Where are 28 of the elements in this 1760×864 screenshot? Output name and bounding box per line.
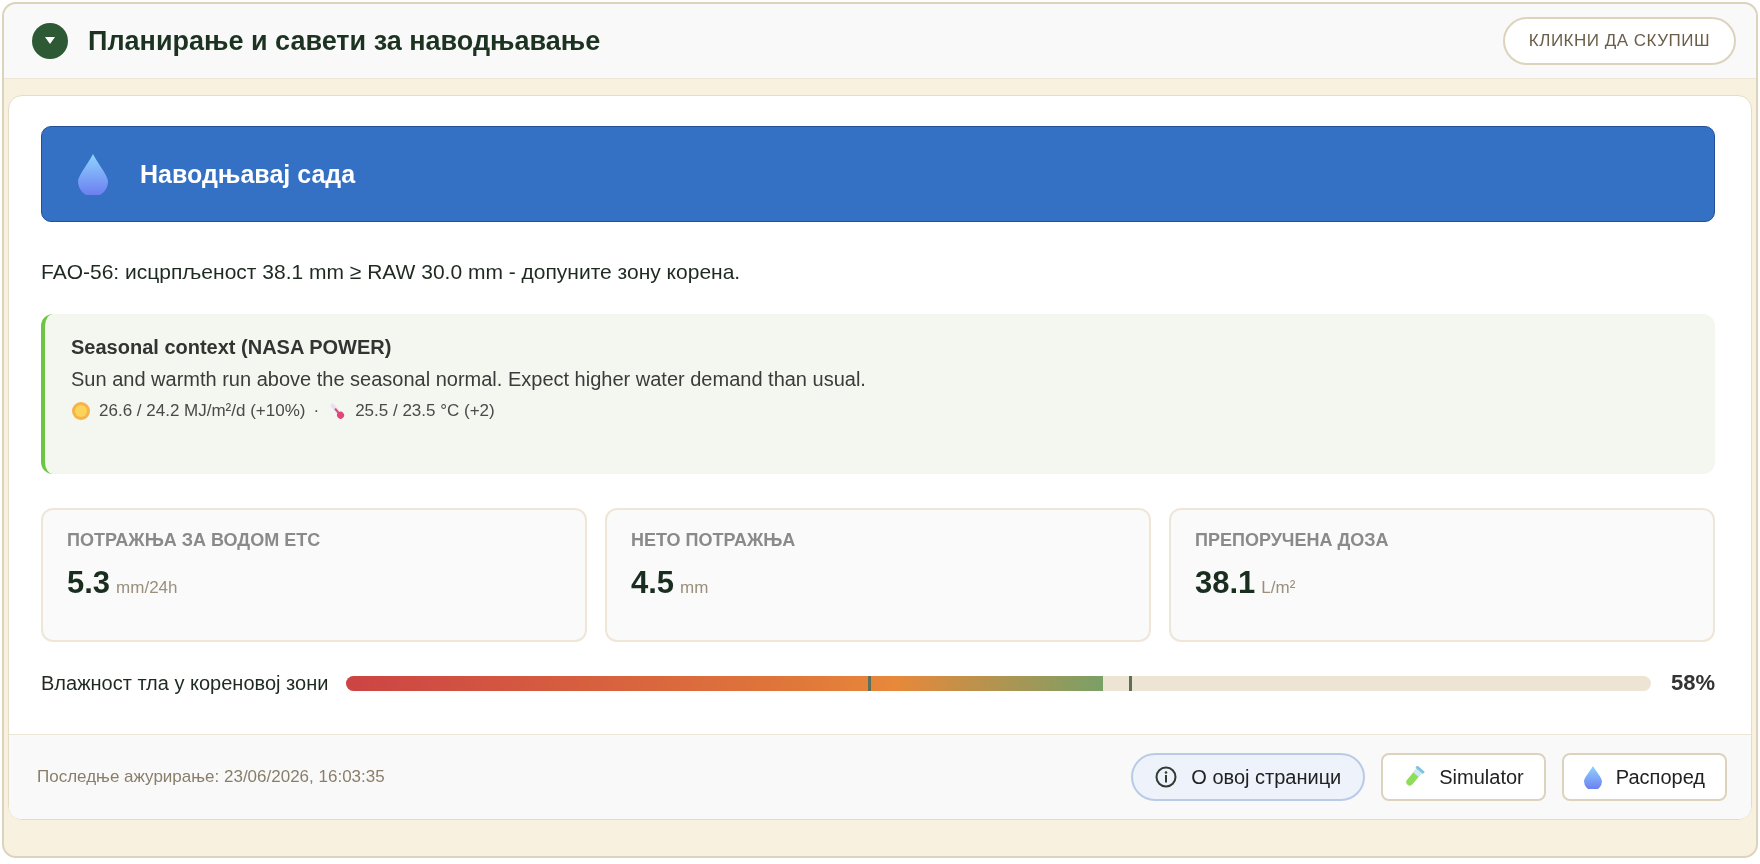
metric-label: ПРЕПОРУЧЕНА ДОЗА <box>1195 530 1390 551</box>
metric-unit: mm/24h <box>116 578 178 597</box>
drop-icon <box>78 153 108 195</box>
seasonal-title: Seasonal context (NASA POWER) <box>71 336 393 359</box>
stat-text: 26.6 / 24.2 MJ/m²/d (+10%) <box>99 401 306 421</box>
alert-title: Наводњавај сада <box>140 159 356 189</box>
metric-unit: mm <box>680 578 709 597</box>
metric-unit: L/m² <box>1261 578 1296 597</box>
metric-value: 5.3 <box>67 565 111 600</box>
last-updated: Последње ажурирање: 23/06/2026, 16:03:35 <box>37 767 386 787</box>
metric-label: ПОТРАЖЊА ЗА ВОДОМ ETC <box>67 530 322 551</box>
about-button[interactable]: О овој страници <box>1131 753 1366 801</box>
stat-text: 25.5 / 23.5 °C (+2) <box>355 401 495 421</box>
seasonal-text: Sun and warmth run above the seasonal normal. Expect higher water demand than usual. <box>71 368 867 391</box>
metric-value: 4.5 <box>631 565 675 600</box>
moisture-label: Влажност тла у кореновој зони <box>41 671 329 695</box>
metric-value: 38.1 <box>1195 565 1256 600</box>
schedule-button[interactable]: Распоред <box>1561 753 1727 801</box>
info-icon <box>1155 766 1178 788</box>
drop-icon <box>1583 765 1602 789</box>
sun-icon <box>71 401 91 421</box>
collapse-button[interactable]: КЛИКНИ ДА СКУПИШ <box>1502 17 1736 65</box>
recommendation-text: FAO-56: исцрпљеност 38.1 mm ≥ RAW 30.0 mm - допуните зону корена. <box>41 260 742 284</box>
moisture-reading: 58% <box>1670 670 1715 696</box>
panel-title: Планирање и савети за наводњавање <box>88 25 602 57</box>
metric-label: НЕТО ПОТРАЖЊА <box>631 530 797 551</box>
separator-dot: · <box>313 401 320 421</box>
simulator-button[interactable]: Simulator <box>1381 753 1546 801</box>
